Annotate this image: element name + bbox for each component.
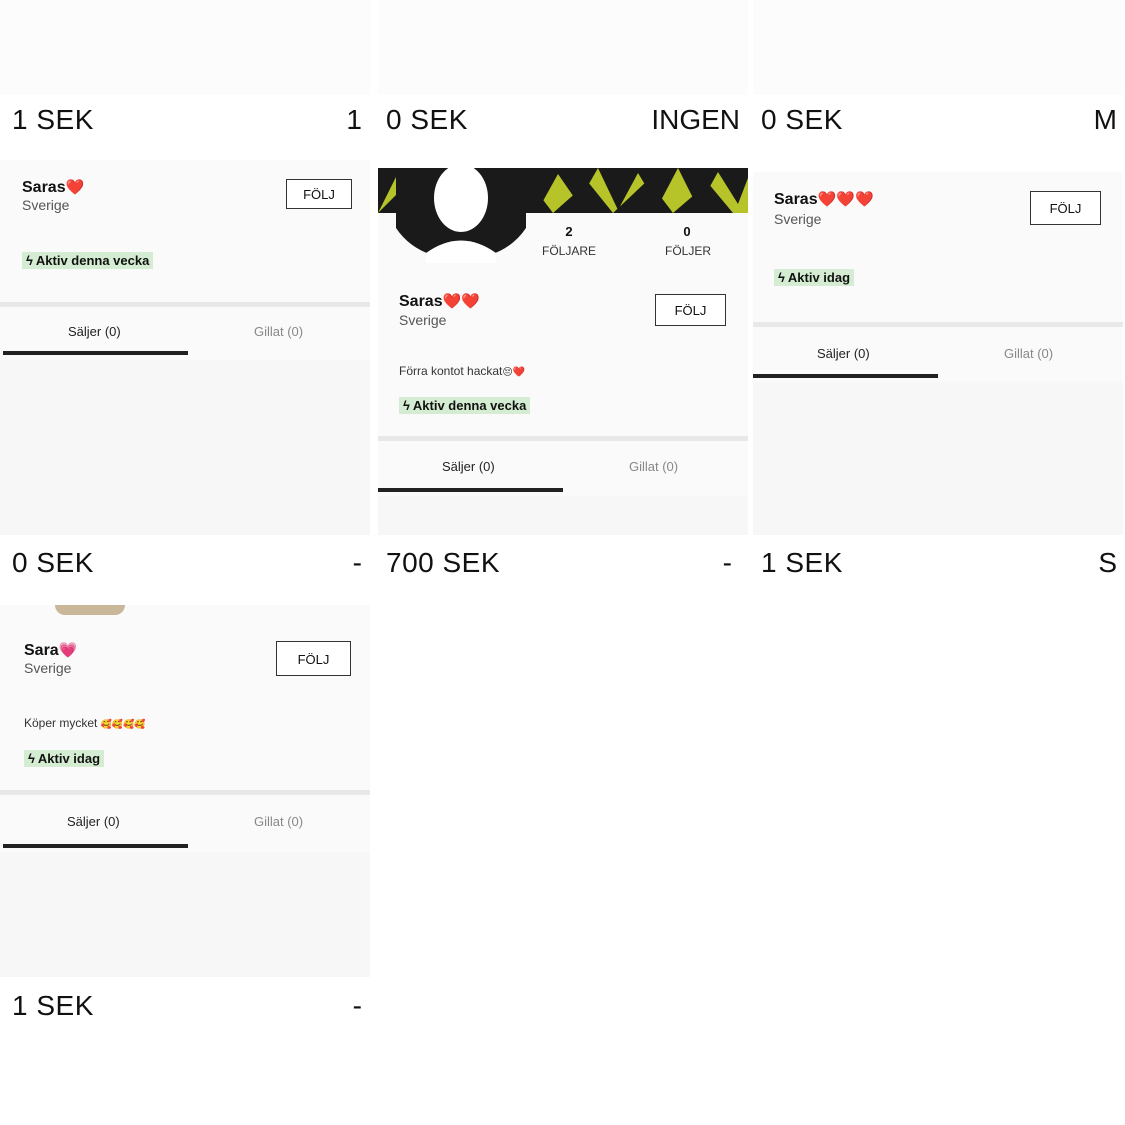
following-label[interactable]: FÖLJER — [648, 244, 728, 258]
listing-price: 1 SEK — [12, 104, 94, 135]
listing-card-5[interactable]: 2 FÖLJARE 0 FÖLJER Saras❤️❤️ Sverige FÖL… — [378, 168, 748, 590]
listing-card-3[interactable]: 0 SEK M — [753, 0, 1123, 145]
followers-label[interactable]: FÖLJARE — [529, 244, 609, 258]
activity-badge: ϟ Aktiv denna vecka — [22, 252, 154, 269]
listing-image-top — [378, 0, 748, 95]
listing-card-1[interactable]: 1 SEK 1 — [0, 0, 370, 145]
avatar-fragment — [55, 605, 125, 615]
profile-name: Saras❤️❤️ — [399, 293, 480, 310]
profile-bio: Förra kontot hackat😔❤️ — [399, 364, 526, 378]
divider — [0, 790, 370, 795]
listing-image: Saras❤️ Sverige FÖLJ ϟ Aktiv denna vecka … — [0, 160, 370, 535]
tab-liked[interactable]: Gillat (0) — [1004, 346, 1053, 361]
tab-selling[interactable]: Säljer (0) — [67, 814, 120, 829]
listing-price: 0 SEK — [386, 104, 468, 135]
tab-liked[interactable]: Gillat (0) — [629, 459, 678, 474]
tab-liked[interactable]: Gillat (0) — [254, 324, 303, 339]
listing-price: 1 SEK — [12, 990, 94, 1021]
activity-badge: ϟ Aktiv denna vecka — [399, 397, 531, 414]
empty-area — [0, 852, 370, 977]
tab-selling[interactable]: Säljer (0) — [68, 324, 121, 339]
listing-card-4[interactable]: Saras❤️ Sverige FÖLJ ϟ Aktiv denna vecka … — [0, 160, 370, 590]
activity-badge: ϟ Aktiv idag — [774, 269, 855, 286]
listing-image: Saras❤️❤️❤️ Sverige FÖLJ ϟ Aktiv idag Säl… — [753, 172, 1123, 535]
listing-size: - — [352, 990, 362, 1021]
profile-name: Saras❤️❤️❤️ — [774, 191, 874, 208]
profile-location: Sverige — [22, 197, 70, 213]
listing-size: INGEN — [651, 104, 740, 135]
tab-liked[interactable]: Gillat (0) — [254, 814, 303, 829]
listing-image-top — [0, 0, 370, 95]
empty-area — [753, 382, 1123, 535]
divider — [0, 302, 370, 307]
divider — [753, 322, 1123, 327]
follow-button[interactable]: FÖLJ — [286, 179, 352, 209]
tab-underline — [378, 488, 563, 492]
profile-location: Sverige — [774, 211, 822, 227]
tab-selling[interactable]: Säljer (0) — [817, 346, 870, 361]
tab-underline — [753, 374, 938, 378]
listing-price: 700 SEK — [386, 547, 501, 578]
divider — [378, 436, 748, 441]
tab-underline — [3, 844, 188, 848]
lightning-bolt-icon: ϟ — [403, 398, 410, 413]
tab-selling[interactable]: Säljer (0) — [442, 459, 495, 474]
listing-price: 0 SEK — [761, 104, 843, 135]
listing-price: 1 SEK — [761, 547, 843, 578]
listing-price: 0 SEK — [12, 547, 94, 578]
profile-bio: Köper mycket 🥰🥰🥰🥰 — [24, 716, 146, 730]
listing-size: M — [1093, 104, 1117, 135]
empty-area — [378, 496, 748, 535]
listing-size: - — [722, 547, 732, 578]
following-count: 0 — [683, 224, 691, 239]
listing-card-2[interactable]: 0 SEK INGEN — [378, 0, 748, 145]
lightning-bolt-icon: ϟ — [778, 270, 785, 285]
profile-location: Sverige — [24, 660, 72, 676]
listing-image: 2 FÖLJARE 0 FÖLJER Saras❤️❤️ Sverige FÖL… — [378, 168, 748, 535]
listing-card-7[interactable]: Sara💗 Sverige FÖLJ Köper mycket 🥰🥰🥰🥰 ϟ Ak… — [0, 605, 370, 1035]
listing-image: Sara💗 Sverige FÖLJ Köper mycket 🥰🥰🥰🥰 ϟ Ak… — [0, 605, 370, 977]
listing-size: - — [352, 547, 362, 578]
lightning-bolt-icon: ϟ — [26, 253, 33, 268]
follow-button[interactable]: FÖLJ — [655, 294, 726, 326]
listing-size: S — [1098, 547, 1117, 578]
listing-size: 1 — [346, 104, 362, 135]
lightning-bolt-icon: ϟ — [28, 751, 35, 766]
tab-underline — [3, 351, 188, 355]
profile-name: Saras❤️ — [22, 179, 85, 196]
empty-area — [0, 360, 370, 535]
avatar — [396, 168, 526, 263]
activity-badge: ϟ Aktiv idag — [24, 750, 105, 767]
followers-count: 2 — [565, 224, 573, 239]
follow-button[interactable]: FÖLJ — [276, 641, 351, 676]
listing-card-6[interactable]: Saras❤️❤️❤️ Sverige FÖLJ ϟ Aktiv idag Säl… — [753, 172, 1123, 590]
profile-location: Sverige — [399, 312, 447, 328]
profile-name: Sara💗 — [24, 642, 78, 659]
listing-image-top — [753, 0, 1123, 95]
follow-button[interactable]: FÖLJ — [1030, 191, 1101, 225]
